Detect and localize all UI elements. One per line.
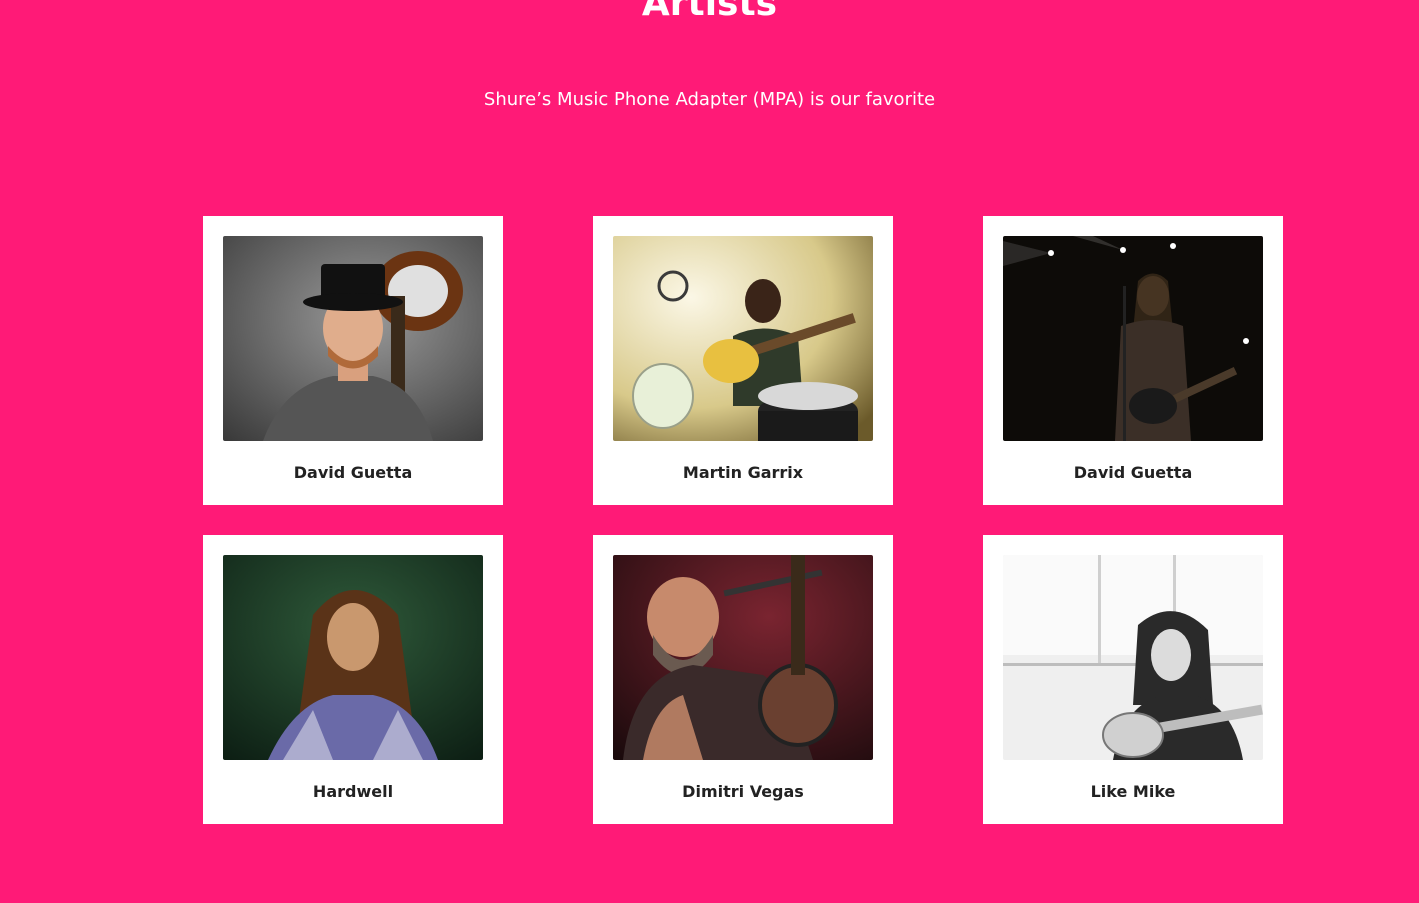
artist-card[interactable]: Hardwell (203, 535, 503, 824)
artist-photo[interactable] (613, 555, 873, 760)
artist-name: Dimitri Vegas (682, 782, 804, 801)
artist-photo[interactable] (223, 555, 483, 760)
artist-name: Hardwell (312, 782, 394, 801)
section-subtitle: Shure’s Music Phone Adapter (MPA) is our… (483, 89, 936, 110)
artist-photo[interactable] (1003, 555, 1263, 760)
artist-name: Martin Garrix (682, 463, 804, 482)
artist-name: David Guetta (1073, 463, 1193, 482)
artist-name: David Guetta (293, 463, 413, 482)
artist-name: Like Mike (1090, 782, 1176, 801)
artist-photo[interactable] (613, 236, 873, 441)
artist-card[interactable]: Martin Garrix (593, 216, 893, 505)
artist-card[interactable]: Like Mike (983, 535, 1283, 824)
artist-card[interactable]: Dimitri Vegas (593, 535, 893, 824)
artist-card[interactable]: David Guetta (203, 216, 503, 505)
artist-card[interactable]: David Guetta (983, 216, 1283, 505)
section-title: Artists (641, 0, 778, 24)
artist-photo[interactable] (223, 236, 483, 441)
artist-photo[interactable] (1003, 236, 1263, 441)
